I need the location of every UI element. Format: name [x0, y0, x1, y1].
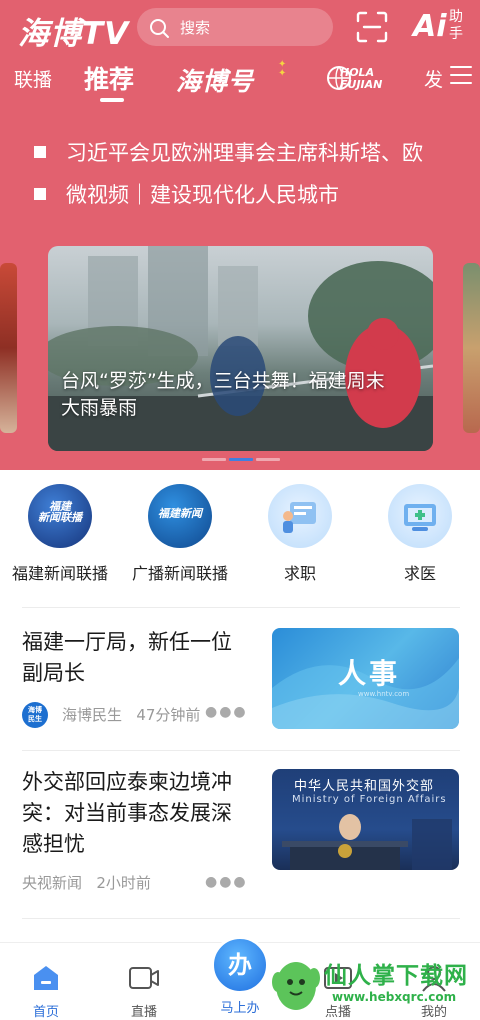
- radio-news-icon: 福建新闻: [148, 484, 212, 548]
- service-radio-news[interactable]: 福建新闻 广播新闻联播: [120, 484, 240, 584]
- spokesperson-image: [282, 814, 452, 870]
- service-label: 福建新闻联播: [11, 564, 108, 583]
- ai-assistant-label: 助手: [449, 9, 463, 42]
- nav-ban-label: 马上办: [220, 1001, 260, 1016]
- nav-home[interactable]: 首页: [16, 963, 76, 1020]
- tab-lianbo[interactable]: 联播: [14, 65, 52, 92]
- headline-item[interactable]: 习近平会见欧洲理事会主席科斯塔、欧: [34, 137, 480, 167]
- ai-icon: Ai: [413, 9, 447, 44]
- article-thumbnail[interactable]: 人事 www.hntv.com: [272, 628, 459, 729]
- top-banner-area: 海博TV 搜索 Ai 助手 联播 推荐 海博号 ✦ ✦ HOLA FUJIAN 发…: [0, 0, 480, 470]
- watermark: 仙人掌下载网 www.hebxqrc.com: [268, 950, 480, 1016]
- carousel-dot: [202, 458, 226, 461]
- service-fujian-news[interactable]: 福建 新闻联播 福建新闻联播: [0, 484, 120, 584]
- headline-text: 微视频｜建设现代化人民城市: [66, 183, 339, 207]
- divider: [22, 750, 460, 751]
- app-logo: 海博TV: [18, 16, 130, 52]
- ai-assistant-button[interactable]: Ai 助手: [413, 8, 465, 46]
- divider: [22, 607, 460, 608]
- fujian-news-icon: 福建 新闻联播: [28, 484, 92, 548]
- nav-live[interactable]: 直播: [114, 963, 174, 1020]
- article-time: 47分钟前: [136, 706, 201, 724]
- tab-haibohao[interactable]: 海博号: [176, 62, 254, 98]
- carousel-indicator: [202, 446, 283, 465]
- thumbnail-sub: www.hntv.com: [358, 690, 410, 698]
- thumbnail-text: 人事: [338, 657, 401, 690]
- carousel-slide[interactable]: 台风“罗莎”生成，三台共舞！福建周末大雨暴雨: [48, 246, 433, 451]
- article-source: 央视新闻: [22, 874, 83, 892]
- home-icon: [30, 963, 62, 993]
- bullet-icon: [34, 188, 46, 200]
- tab-recommend[interactable]: 推荐: [84, 60, 134, 96]
- scan-icon[interactable]: [355, 10, 389, 44]
- service-medical[interactable]: 求医: [360, 484, 480, 584]
- menu-icon[interactable]: [450, 66, 472, 90]
- carousel-dot: [256, 458, 280, 461]
- nav-ban-button[interactable]: 办: [211, 936, 269, 994]
- bullet-icon: [34, 146, 46, 158]
- carousel-caption: 台风“罗莎”生成，三台共舞！福建周末大雨暴雨: [61, 370, 385, 419]
- article-title[interactable]: 外交部回应泰柬边境冲突：对当前事态发展深感担忧: [22, 767, 252, 860]
- source-avatar: 海博 民生: [22, 702, 48, 728]
- watermark-url: www.hebxqrc.com: [332, 990, 457, 1004]
- service-label: 求医: [403, 564, 436, 583]
- nav-label: 直播: [130, 1005, 157, 1020]
- watermark-text: 仙人掌下载网: [324, 963, 468, 989]
- search-placeholder: 搜索: [180, 19, 211, 37]
- divider: [22, 918, 460, 919]
- tab-fa[interactable]: 发: [424, 65, 443, 92]
- more-options-icon[interactable]: ●●●: [205, 704, 248, 720]
- carousel-next-slide[interactable]: [463, 263, 480, 433]
- article-thumbnail[interactable]: 中华人民共和国外交部 Ministry of Foreign Affairs: [272, 769, 459, 870]
- medical-icon: [388, 484, 452, 548]
- job-icon: [268, 484, 332, 548]
- carousel-dot-active: [229, 458, 253, 461]
- star-decoration-icon: ✦ ✦: [278, 59, 287, 79]
- hola-fujian-label: HOLA FUJIAN: [340, 66, 383, 91]
- article-title[interactable]: 福建一厅局，新任一位副局长: [22, 627, 252, 689]
- more-options-icon[interactable]: ●●●: [205, 874, 248, 890]
- search-icon: [150, 19, 169, 38]
- headline-item[interactable]: 微视频｜建设现代化人民城市: [34, 179, 480, 209]
- search-bar[interactable]: 搜索: [137, 8, 333, 46]
- service-label: 求职: [283, 564, 316, 583]
- article-source: 海博民生: [62, 706, 123, 724]
- cactus-logo-icon: [272, 962, 320, 1010]
- article-meta: 海博民生 47分钟前: [62, 704, 200, 725]
- ban-icon: 办: [228, 951, 252, 979]
- service-job[interactable]: 求职: [240, 484, 360, 584]
- headline-text: 习近平会见欧洲理事会主席科斯塔、欧: [66, 141, 423, 165]
- video-camera-icon: [128, 963, 160, 993]
- carousel-prev-slide[interactable]: [0, 263, 17, 433]
- service-label: 广播新闻联播: [131, 564, 228, 583]
- article-meta: 央视新闻 2小时前: [22, 872, 151, 893]
- tab-hola-fujian[interactable]: HOLA FUJIAN: [326, 55, 396, 101]
- article-time: 2小时前: [96, 874, 151, 892]
- nav-label: 首页: [32, 1005, 59, 1020]
- active-tab-indicator: [100, 98, 124, 102]
